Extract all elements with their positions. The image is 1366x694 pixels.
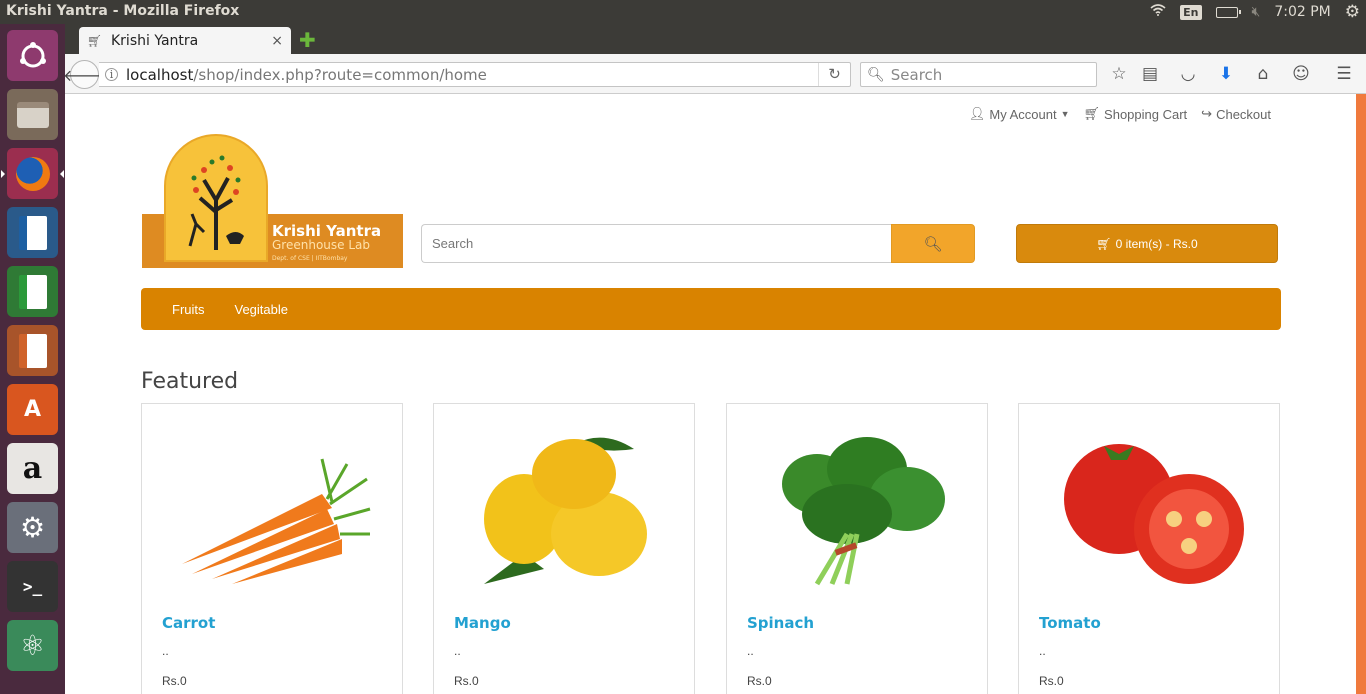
- nav-toolbar: 🡐 i localhost /shop/index.php?route=comm…: [63, 54, 1366, 94]
- writer-icon[interactable]: [7, 207, 58, 258]
- featured-heading: Featured: [141, 369, 239, 394]
- reading-list-icon[interactable]: ▤: [1139, 64, 1161, 86]
- caret-down-icon: ▼: [1060, 109, 1070, 119]
- shopping-cart-label: Shopping Cart: [1104, 106, 1188, 122]
- atom-icon[interactable]: ⚛: [7, 620, 58, 671]
- launcher: A a ⚙ >_ ⚛: [0, 24, 65, 694]
- web-page: 👤︎ My Account ▼ 🛒︎ Shopping Cart ↪ Check…: [65, 94, 1356, 694]
- keyboard-language-indicator[interactable]: En: [1180, 4, 1202, 20]
- category-menu: Fruits Vegitable: [141, 288, 1281, 330]
- download-icon[interactable]: ⬇: [1215, 64, 1237, 86]
- settings-icon[interactable]: ⚙: [7, 502, 58, 553]
- cart-icon: 🛒︎: [1083, 106, 1101, 121]
- close-icon[interactable]: ×: [271, 33, 283, 49]
- tree-icon: [188, 155, 244, 250]
- product-name[interactable]: Mango: [454, 614, 511, 632]
- bookmark-star-icon[interactable]: ☆: [1108, 64, 1130, 86]
- site-search-placeholder: Search: [432, 236, 474, 251]
- product-card-mango: Mango .. Rs.0: [433, 403, 695, 694]
- top-links: 👤︎ My Account ▼ 🛒︎ Shopping Cart ↪ Check…: [969, 106, 1271, 122]
- browser-search-input[interactable]: 🔍︎ Search: [860, 62, 1097, 87]
- product-price: Rs.0: [747, 674, 772, 688]
- product-name[interactable]: Tomato: [1039, 614, 1101, 632]
- hamburger-menu-icon[interactable]: ☰: [1333, 64, 1355, 86]
- user-icon: 👤︎: [968, 106, 986, 121]
- share-icon: ↪: [1201, 106, 1213, 121]
- logo-dept: Dept. of CSE | IITBombay: [272, 255, 348, 262]
- product-card-tomato: Tomato .. Rs.0: [1018, 403, 1280, 694]
- reload-icon[interactable]: ↻: [818, 63, 850, 86]
- impress-icon[interactable]: [7, 325, 58, 376]
- os-top-panel: Krishi Yantra - Mozilla Firefox En 🔇︎ 7:…: [0, 0, 1366, 24]
- chat-icon[interactable]: ☺: [1290, 64, 1312, 86]
- product-price: Rs.0: [1039, 674, 1064, 688]
- cart-favicon-icon: 🛒︎: [87, 33, 103, 48]
- window-title: Krishi Yantra - Mozilla Firefox: [6, 3, 240, 19]
- gear-icon[interactable]: ⚙: [1345, 2, 1360, 22]
- wifi-icon[interactable]: [1150, 4, 1166, 20]
- url-bar[interactable]: i localhost /shop/index.php?route=common…: [99, 62, 851, 87]
- software-center-icon[interactable]: A: [7, 384, 58, 435]
- back-arrow-icon[interactable]: 🡐: [63, 60, 106, 89]
- firefox-window: 🛒︎ Krishi Yantra × ✚ 🡐 i localhost /shop…: [63, 24, 1366, 694]
- logo-subtitle: Greenhouse Lab: [272, 238, 370, 252]
- tab-strip: 🛒︎ Krishi Yantra × ✚: [65, 24, 1366, 54]
- product-card-spinach: Spinach .. Rs.0: [726, 403, 988, 694]
- files-icon[interactable]: [7, 89, 58, 140]
- product-name[interactable]: Spinach: [747, 614, 814, 632]
- ubuntu-icon[interactable]: [7, 30, 58, 81]
- site-search-button[interactable]: 🔍︎: [891, 224, 975, 263]
- spinach-image[interactable]: [757, 424, 957, 594]
- mango-image[interactable]: [464, 424, 664, 594]
- volume-muted-icon[interactable]: 🔇︎: [1252, 4, 1261, 20]
- browser-search-placeholder: Search: [890, 65, 943, 84]
- url-host: localhost: [126, 65, 194, 84]
- tab-title: Krishi Yantra: [111, 32, 199, 49]
- pocket-icon[interactable]: ◡: [1177, 64, 1199, 86]
- calc-icon[interactable]: [7, 266, 58, 317]
- checkout-label: Checkout: [1216, 106, 1271, 122]
- product-description: ..: [1039, 644, 1046, 658]
- carrot-image[interactable]: [172, 424, 372, 594]
- my-account-label: My Account: [989, 106, 1057, 122]
- product-description: ..: [454, 644, 461, 658]
- battery-icon[interactable]: [1215, 6, 1241, 18]
- scrollbar[interactable]: [1356, 94, 1366, 694]
- product-price: Rs.0: [162, 674, 187, 688]
- url-path: /shop/index.php?route=common/home: [193, 65, 487, 84]
- tomato-image[interactable]: [1049, 424, 1249, 594]
- system-tray: En 🔇︎ 7:02 PM ⚙: [1150, 0, 1360, 24]
- my-account-link[interactable]: 👤︎ My Account ▼: [969, 106, 1070, 122]
- product-description: ..: [162, 644, 169, 658]
- cart-button[interactable]: 🛒︎ 0 item(s) - Rs.0: [1016, 224, 1278, 263]
- shopping-cart-link[interactable]: 🛒︎ Shopping Cart: [1084, 106, 1188, 122]
- new-tab-icon[interactable]: ✚: [299, 28, 316, 52]
- amazon-icon[interactable]: a: [7, 443, 58, 494]
- search-icon: 🔍︎: [867, 66, 885, 83]
- product-name[interactable]: Carrot: [162, 614, 215, 632]
- tab-krishi-yantra[interactable]: 🛒︎ Krishi Yantra ×: [79, 27, 291, 54]
- cart-icon: 🛒︎: [1096, 236, 1112, 251]
- cart-button-label: 0 item(s) - Rs.0: [1115, 236, 1198, 251]
- firefox-icon[interactable]: [1, 148, 64, 199]
- product-price: Rs.0: [454, 674, 479, 688]
- product-description: ..: [747, 644, 754, 658]
- menu-item-fruits[interactable]: Fruits: [157, 302, 220, 317]
- menu-item-vegitable[interactable]: Vegitable: [220, 302, 304, 317]
- info-icon[interactable]: i: [105, 68, 118, 81]
- site-logo[interactable]: Krishi Yantra Greenhouse Lab Dept. of CS…: [142, 134, 403, 268]
- site-search-input[interactable]: Search: [421, 224, 892, 263]
- home-icon[interactable]: ⌂: [1252, 64, 1274, 86]
- product-card-carrot: Carrot .. Rs.0: [141, 403, 403, 694]
- clock[interactable]: 7:02 PM: [1274, 4, 1330, 20]
- search-icon: 🔍︎: [923, 235, 943, 253]
- terminal-icon[interactable]: >_: [7, 561, 58, 612]
- checkout-link[interactable]: ↪ Checkout: [1201, 106, 1271, 122]
